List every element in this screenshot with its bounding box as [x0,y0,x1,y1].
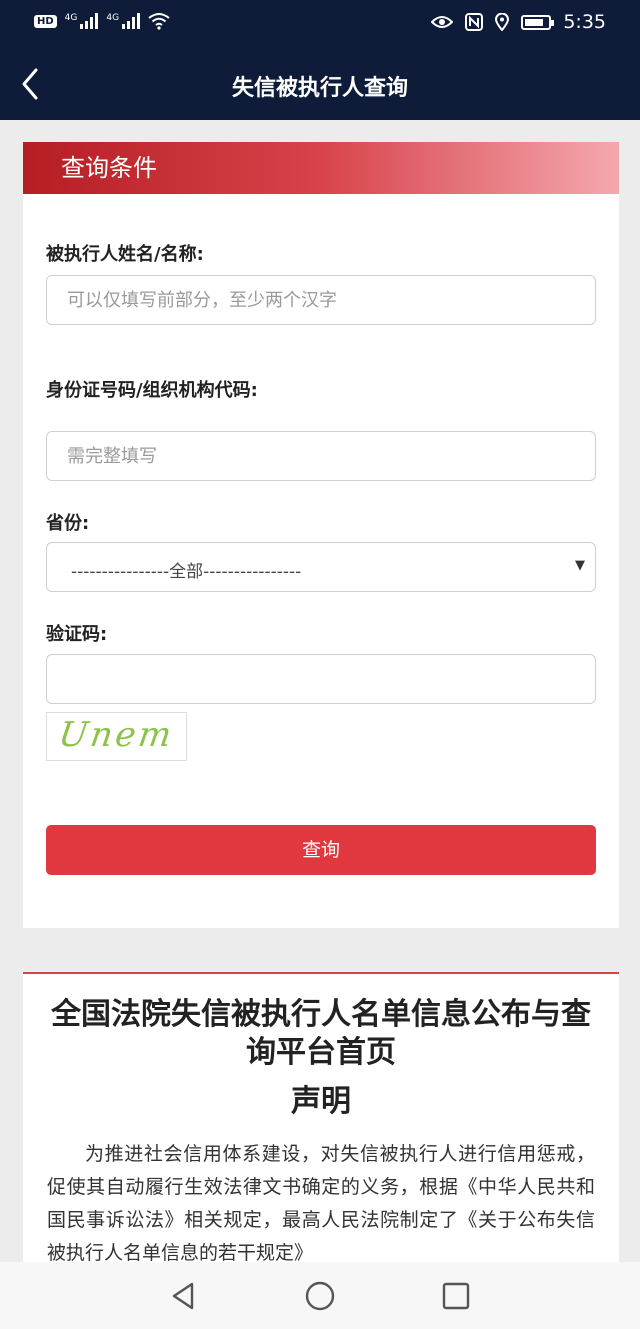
dropdown-arrow-icon: ▼ [575,558,585,573]
system-nav-bar [0,1262,640,1329]
status-bar: HD 4G 4G 5:35 [0,0,640,48]
wifi-icon [148,13,170,30]
id-label: 身份证号码/组织机构代码: [46,380,258,401]
captcha-label: 验证码: [46,624,108,645]
name-input[interactable] [46,275,596,325]
network-label: 4G [64,13,78,23]
nav-bar: 失信被执行人查询 [0,48,640,120]
battery-icon [521,14,555,30]
network-label-2: 4G [106,13,120,23]
query-button[interactable]: 查询 [46,825,596,875]
nfc-icon [465,13,484,31]
captcha-image-text: Unem [56,715,177,755]
name-label: 被执行人姓名/名称: [46,244,204,265]
nav-home-button[interactable] [304,1280,336,1312]
status-right: 5:35 [431,11,606,33]
nav-recent-square-icon [442,1282,470,1310]
notice-section: 全国法院失信被执行人名单信息公布与查询平台首页 声明 为推进社会信用体系建设，对… [23,972,619,1272]
captcha-input[interactable] [46,654,596,704]
nav-back-triangle-icon [172,1282,194,1310]
captcha-image[interactable]: Unem [46,712,187,761]
notice-title: 全国法院失信被执行人名单信息公布与查询平台首页 [51,997,591,1070]
form-header: 查询条件 [23,142,619,194]
eye-icon [431,16,454,28]
province-selected-value: ----------------全部---------------- [71,562,302,582]
province-select[interactable]: ----------------全部---------------- ▼ [46,542,596,592]
status-left: HD 4G 4G [34,12,170,30]
location-pin-icon [495,13,510,31]
id-number-input[interactable] [46,431,596,481]
hd-badge: HD [34,14,57,28]
nav-home-circle-icon [305,1281,335,1311]
page-title: 失信被执行人查询 [231,76,408,101]
province-label: 省份: [46,513,90,534]
status-time: 5:35 [563,11,606,33]
signal-icon-2: 4G [106,13,141,29]
notice-body: 为推进社会信用体系建设，对失信被执行人进行信用惩戒，促使其自动履行生效法律文书确… [47,1143,595,1264]
nav-recent-button[interactable] [440,1280,472,1312]
signal-icon: 4G [65,13,99,29]
nav-back-button[interactable] [168,1280,200,1312]
query-form-card: 查询条件 被执行人姓名/名称: 身份证号码/组织机构代码: 省份: ------… [23,142,619,928]
notice-subtitle: 声明 [291,1084,351,1119]
